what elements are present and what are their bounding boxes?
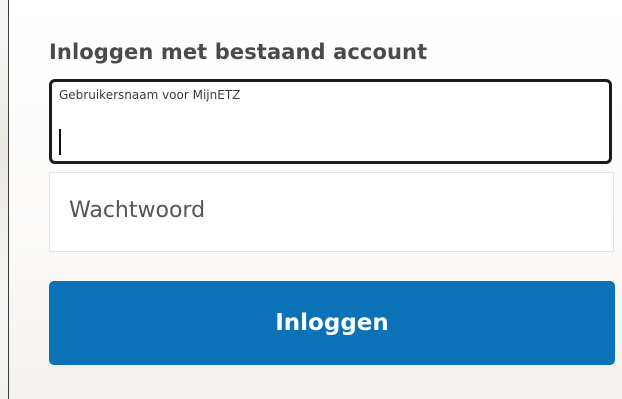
login-frame: Inloggen met bestaand account Gebruikers… <box>0 0 622 399</box>
login-heading: Inloggen met bestaand account <box>49 40 428 64</box>
login-panel: Inloggen met bestaand account Gebruikers… <box>8 0 622 399</box>
text-caret <box>59 129 61 155</box>
login-button[interactable]: Inloggen <box>49 281 615 365</box>
password-placeholder: Wachtwoord <box>69 198 206 223</box>
username-field[interactable]: Gebruikersnaam voor MijnETZ <box>49 79 612 164</box>
username-label: Gebruikersnaam voor MijnETZ <box>59 88 241 102</box>
password-field[interactable]: Wachtwoord <box>49 172 614 252</box>
